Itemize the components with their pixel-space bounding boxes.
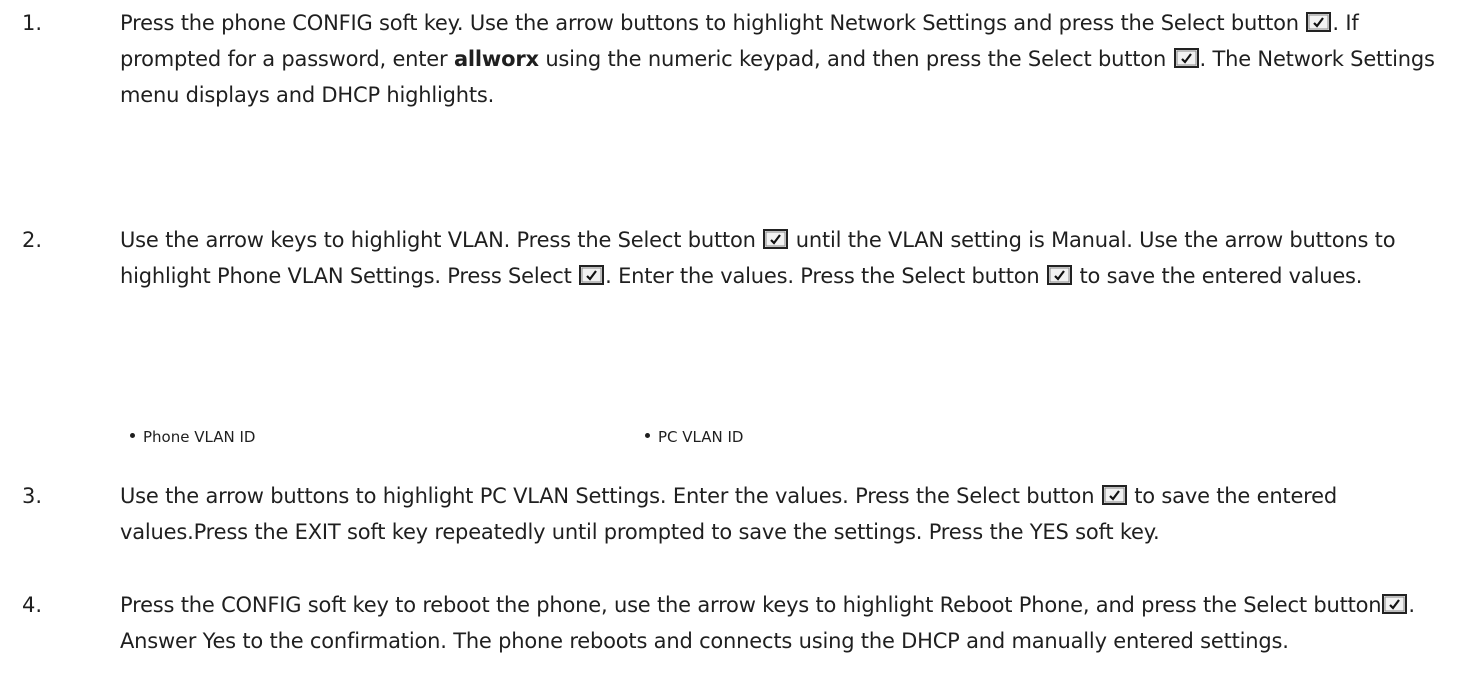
select-checkmark-icon bbox=[763, 229, 789, 249]
bullet-label: Phone VLAN ID bbox=[143, 428, 256, 446]
step-text-part: Press the CONFIG soft key to reboot the … bbox=[120, 593, 1382, 617]
step-text: Press the CONFIG soft key to reboot the … bbox=[120, 587, 1440, 659]
step-number: 1. bbox=[22, 11, 43, 35]
password-text: allworx bbox=[453, 47, 539, 71]
bullet-item: Phone VLAN ID bbox=[130, 424, 255, 450]
select-checkmark-icon bbox=[1306, 12, 1332, 32]
step-number: 4. bbox=[22, 593, 43, 617]
select-checkmark-icon bbox=[1382, 594, 1408, 614]
step-text-part: Press the phone CONFIG soft key. Use the… bbox=[120, 11, 1306, 35]
step-text-part: Use the arrow buttons to highlight PC VL… bbox=[120, 484, 1101, 508]
step-number: 2. bbox=[22, 228, 43, 252]
step-text-part: to save the entered values. bbox=[1073, 264, 1363, 288]
select-checkmark-icon bbox=[1101, 485, 1127, 505]
bullet-label: PC VLAN ID bbox=[658, 428, 744, 446]
bullet-dot-icon bbox=[130, 433, 135, 438]
step-text: Press the phone CONFIG soft key. Use the… bbox=[120, 5, 1440, 113]
step-text-part: using the numeric keypad, and then press… bbox=[538, 47, 1173, 71]
step-text-part: Use the arrow keys to highlight VLAN. Pr… bbox=[120, 228, 763, 252]
bullet-dot-icon bbox=[645, 433, 650, 438]
step-text: Use the arrow buttons to highlight PC VL… bbox=[120, 478, 1440, 550]
bullet-item: PC VLAN ID bbox=[645, 424, 743, 450]
select-checkmark-icon bbox=[1173, 48, 1199, 68]
step-text-part: . Enter the values. Press the Select but… bbox=[605, 264, 1046, 288]
step-number: 3. bbox=[22, 484, 43, 508]
step-text: Use the arrow keys to highlight VLAN. Pr… bbox=[120, 222, 1440, 294]
select-checkmark-icon bbox=[1047, 265, 1072, 285]
vlan-bullet-list: Phone VLAN ID PC VLAN ID bbox=[0, 424, 1463, 450]
select-checkmark-icon bbox=[579, 265, 605, 285]
